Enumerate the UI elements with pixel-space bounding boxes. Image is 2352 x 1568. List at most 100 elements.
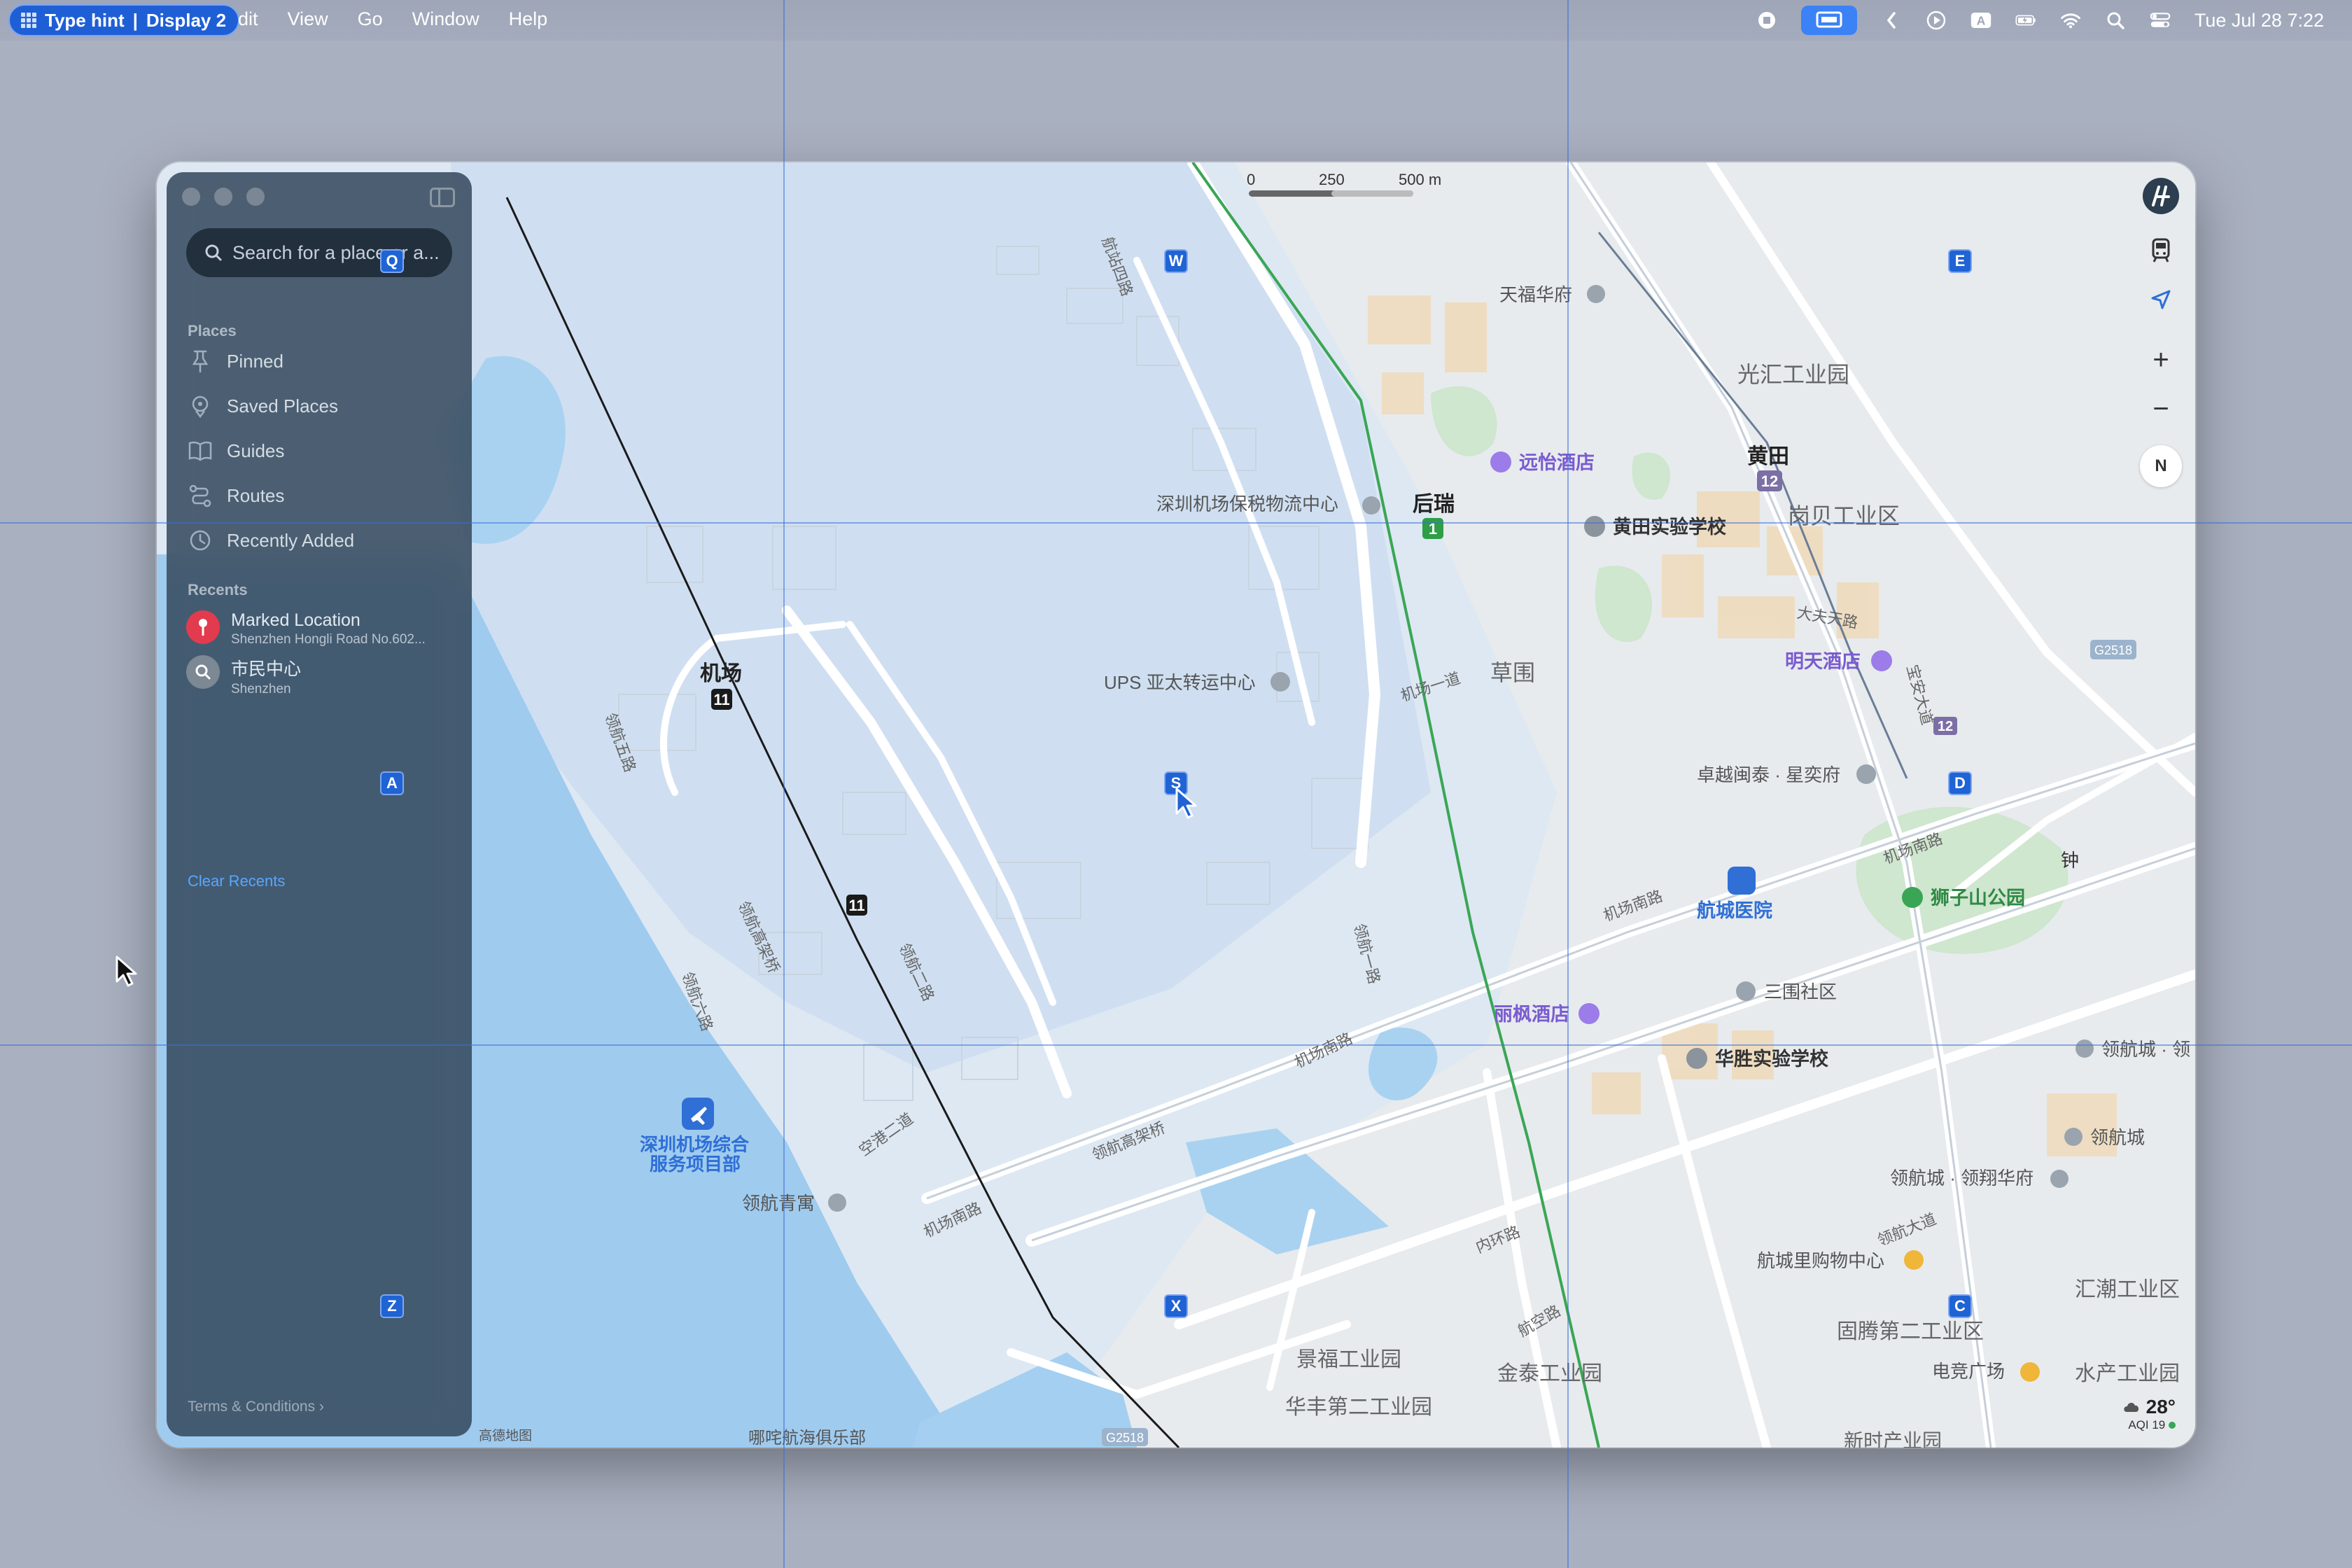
station-huangtian: 黄田 (1747, 445, 1789, 468)
area-gangbei: 岗贝工业区 (1788, 503, 1900, 528)
sidebar-item-label: Recently Added (227, 529, 355, 551)
wifi-icon[interactable] (2060, 10, 2081, 31)
map-attribution: 高德地图 (479, 1429, 533, 1443)
avatar[interactable] (2141, 176, 2180, 216)
recent-subtitle: Shenzhen (231, 682, 291, 696)
hint-d[interactable]: D (1948, 771, 1972, 795)
poi-ups: UPS 亚太转运中心 (1104, 672, 1256, 693)
play-icon[interactable] (1926, 10, 1947, 31)
weather-temp: 28° (2146, 1396, 2176, 1418)
recent-icon (190, 530, 211, 551)
hint-w[interactable]: W (1164, 249, 1188, 273)
recent-item-civic-center[interactable]: 市民中心 Shenzhen (186, 655, 301, 697)
chevron-left-icon[interactable] (1881, 10, 1902, 31)
scale-zero: 0 (1247, 171, 1255, 188)
station-jichang: 机场 (700, 662, 742, 685)
transit-icon[interactable] (2141, 231, 2180, 270)
hint-e[interactable]: E (1948, 249, 1972, 273)
menu-help[interactable]: Help (509, 8, 548, 30)
terms-label: Terms & Conditions (188, 1399, 316, 1415)
poi-jiangnan: 哪咤航海俱乐部 (748, 1429, 866, 1448)
spotlight-icon[interactable] (2105, 10, 2126, 31)
location-arrow-icon[interactable] (2141, 280, 2180, 319)
poi-huasheng-school: 华胜实验学校 (1715, 1048, 1828, 1070)
cloud-icon (2124, 1402, 2138, 1412)
hint-c[interactable]: C (1948, 1294, 1972, 1318)
area-xinshidai: 新时产业园 (1844, 1430, 1942, 1448)
menu-bar: Type hint | Display 2 dit View Go Window… (0, 0, 2352, 41)
sidebar-item-guides[interactable]: Guides (188, 438, 284, 463)
poi-airport-service-1: 深圳机场综合 (640, 1134, 750, 1155)
sidebar-item-label: Pinned (227, 350, 284, 372)
poi-sanwei: 三围社区 (1764, 981, 1837, 1002)
minimize-button[interactable] (214, 188, 232, 206)
compass-label: N (2155, 456, 2167, 475)
poi-hangchengli: 航城里购物中心 (1757, 1250, 1884, 1271)
pin-marker-icon (186, 610, 220, 644)
terms-link[interactable]: Terms & Conditions › (188, 1399, 324, 1415)
recent-title: Marked Location (231, 610, 360, 630)
aqi-dot (2169, 1422, 2176, 1429)
search-placeholder: Search for a place or a... (232, 241, 440, 263)
recent-title: 市民中心 (231, 659, 302, 679)
poi-bonded: 深圳机场保税物流中心 (1156, 493, 1338, 514)
sidebar-item-label: Routes (227, 484, 285, 506)
sidebar-item-routes[interactable]: Routes (188, 483, 284, 508)
recent-item-marked-location[interactable]: Marked Location Shenzhen Hongli Road No.… (186, 610, 426, 648)
weather-widget: 28° AQI 19 (2122, 1396, 2176, 1432)
window-controls (182, 188, 265, 206)
sidebar-item-recently-added[interactable]: Recently Added (188, 528, 354, 553)
poi-huangtian-school: 黄田实验学校 (1613, 516, 1726, 538)
saved-place-icon (192, 396, 209, 419)
area-jingfu: 景福工业园 (1296, 1348, 1401, 1371)
screen-record-icon[interactable] (1756, 10, 1777, 31)
menubar-clock[interactable]: Tue Jul 28 7:22 (2194, 10, 2324, 31)
grid-guide (1567, 0, 1569, 1568)
area-guanghui: 光汇工业园 (1737, 362, 1849, 387)
sidebar-toggle-icon[interactable] (430, 188, 455, 207)
book-icon (188, 441, 212, 461)
svg-text:A: A (1977, 13, 1986, 27)
cursor-icon (1175, 788, 1197, 819)
menu-go[interactable]: Go (358, 8, 383, 30)
area-shuichan: 水产工业园 (2075, 1362, 2180, 1385)
hint-x[interactable]: X (1164, 1294, 1188, 1318)
compass-button[interactable]: N (2140, 445, 2182, 487)
sidebar-item-pinned[interactable]: Pinned (188, 349, 284, 374)
zoom-button[interactable] (246, 188, 265, 206)
search-icon (205, 244, 222, 261)
poi-hangcheng-hospital: 航城医院 (1697, 899, 1772, 921)
type-hint-label: Type hint (45, 9, 125, 31)
recent-subtitle: Shenzhen Hongli Road No.602... (231, 632, 426, 647)
hint-z[interactable]: Z (380, 1294, 404, 1318)
zoom-out-button[interactable]: − (2141, 389, 2180, 428)
menu-edit[interactable]: dit (238, 8, 258, 30)
input-source-icon[interactable]: A (1970, 10, 1991, 31)
poi-linghang-huafu: 领航城 · 领翔华府 (1890, 1168, 2033, 1189)
type-hint-pill[interactable]: Type hint | Display 2 (8, 4, 239, 36)
poi-yuanyi: 远怡酒店 (1519, 452, 1595, 473)
type-hint-display: Display 2 (146, 9, 227, 31)
chevron-right-icon: › (318, 1399, 324, 1415)
screen-mirror-icon[interactable] (1800, 6, 1857, 35)
zoom-in-button[interactable]: + (2141, 340, 2180, 379)
search-input[interactable]: Search for a place or a... (186, 228, 452, 277)
control-center-icon[interactable] (2150, 10, 2171, 31)
poi-lifeng: 丽枫酒店 (1494, 1004, 1569, 1025)
grid-guide (0, 522, 2352, 524)
poi-linghang: 领航城 (2090, 1127, 2145, 1148)
poi-mingtian: 明天酒店 (1785, 651, 1861, 672)
hint-q[interactable]: Q (380, 249, 404, 273)
menu-view[interactable]: View (288, 8, 328, 30)
close-button[interactable] (182, 188, 200, 206)
clear-recents-link[interactable]: Clear Recents (188, 872, 285, 890)
area-caowei: 草围 (1490, 660, 1535, 685)
hint-a[interactable]: A (380, 771, 404, 795)
poi-linghang-qingyu: 领航青寓 (742, 1193, 815, 1214)
area-jintai: 金泰工业园 (1497, 1362, 1602, 1385)
sidebar-item-saved-places[interactable]: Saved Places (188, 393, 338, 419)
expressway-badge: G2518 (2094, 643, 2132, 657)
menu-window[interactable]: Window (412, 8, 479, 30)
battery-icon[interactable] (2015, 10, 2036, 31)
scale-mid: 250 (1319, 171, 1345, 188)
